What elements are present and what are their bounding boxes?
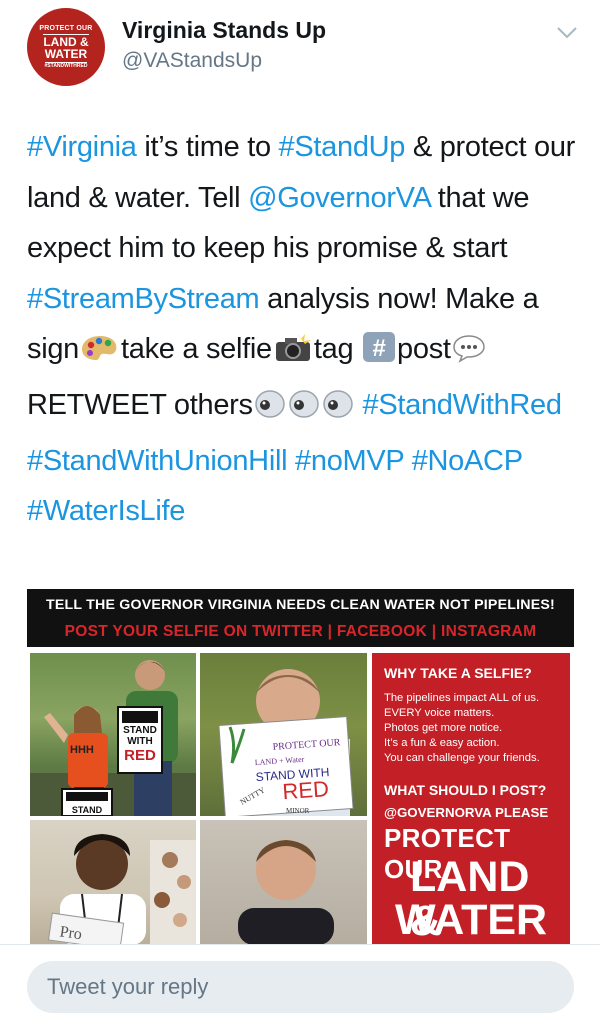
hashtag-link[interactable]: #StandWithUnionHill bbox=[27, 445, 288, 477]
hashtag-link[interactable]: #StandWithRed bbox=[362, 389, 562, 421]
panel-governor-line: @GOVERNORVA PLEASE bbox=[384, 805, 549, 820]
hashtag-link[interactable]: #StandUp bbox=[279, 131, 406, 163]
reason-item: EVERY voice matters. bbox=[384, 707, 495, 719]
selfie-photo-woman: Pro bbox=[30, 820, 196, 945]
hashtag-link[interactable]: #Virginia bbox=[27, 131, 137, 163]
avatar-text-line: WATER bbox=[44, 47, 88, 61]
tweet-text: #Virginia it’s time to #StandUp & protec… bbox=[27, 122, 587, 537]
panel-reasons: The pipelines impact ALL of us. EVERY vo… bbox=[384, 691, 540, 766]
sign-text-line: STAND bbox=[123, 725, 157, 736]
eyes-icon bbox=[322, 385, 354, 436]
reply-bar: Tweet your reply bbox=[0, 944, 600, 1025]
tweet-header: PROTECT OUR LAND & WATER #STANDWITHRED V… bbox=[0, 0, 600, 100]
woman-photo-illustration: Pro bbox=[47, 834, 196, 945]
speech-balloon-icon bbox=[452, 329, 486, 380]
tweet-text-segment bbox=[287, 445, 295, 477]
reason-item: Photos get more notice. bbox=[384, 722, 503, 734]
tweet-text-segment: it’s time to bbox=[136, 131, 279, 163]
eyes-icon bbox=[254, 385, 286, 436]
sign-text-line: STAND bbox=[72, 805, 103, 815]
eyes-icon bbox=[288, 385, 320, 436]
chevron-down-icon[interactable] bbox=[556, 26, 578, 40]
palette-icon bbox=[80, 329, 120, 380]
hashtag-link[interactable]: #WaterIsLife bbox=[27, 495, 185, 527]
panel-question: WHAT SHOULD I POST? bbox=[384, 782, 547, 798]
reply-input[interactable]: Tweet your reply bbox=[27, 961, 574, 1013]
avatar[interactable]: PROTECT OUR LAND & WATER #STANDWITHRED bbox=[27, 8, 105, 86]
tweet-text-segment: tag bbox=[313, 333, 362, 366]
hashtag-link[interactable]: #noMVP bbox=[295, 445, 404, 477]
camera-flash-icon bbox=[273, 329, 313, 380]
tweet-media-image[interactable]: TELL THE GOVERNOR VIRGINIA NEEDS CLEAN W… bbox=[27, 589, 574, 945]
hashtag-link[interactable]: #StreamByStream bbox=[27, 283, 260, 315]
banner-headline: TELL THE GOVERNOR VIRGINIA NEEDS CLEAN W… bbox=[46, 597, 555, 613]
selfie-photo-sign: PROTECT OUR LAND + Water STAND WITH RED … bbox=[200, 653, 367, 816]
reason-item: You can challenge your friends. bbox=[384, 752, 540, 764]
avatar-text-line: #STANDWITHRED bbox=[44, 62, 88, 69]
sign-text-line: MINOR bbox=[286, 807, 310, 815]
avatar-text-line: LAND & bbox=[43, 34, 89, 49]
panel-water-line: WATER bbox=[395, 896, 548, 944]
svg-text:#: # bbox=[373, 335, 386, 362]
tweet-text-segment: RETWEET others bbox=[27, 388, 253, 421]
sign-photo-illustration: PROTECT OUR LAND + Water STAND WITH RED … bbox=[218, 669, 354, 816]
tweet-text-segment bbox=[404, 445, 412, 477]
hashtag-keycap-icon: # bbox=[362, 329, 396, 380]
banner-subline: POST YOUR SELFIE ON TWITTER | FACEBOOK |… bbox=[64, 623, 537, 640]
panel-question: WHY TAKE A SELFIE? bbox=[384, 665, 532, 681]
sign-text-line: WITH bbox=[127, 736, 153, 747]
selfie-photo-family: HHH STAND WITH RED STAND bbox=[30, 653, 196, 816]
reason-item: It’s a fun & easy action. bbox=[384, 737, 500, 749]
why-selfie-panel: WHY TAKE A SELFIE? The pipelines impact … bbox=[372, 653, 570, 945]
reason-item: The pipelines impact ALL of us. bbox=[384, 692, 540, 704]
media-banner: TELL THE GOVERNOR VIRGINIA NEEDS CLEAN W… bbox=[27, 589, 574, 647]
svg-text:Pro: Pro bbox=[59, 923, 83, 943]
hashtag-link[interactable]: #NoACP bbox=[412, 445, 523, 477]
tweet-text-segment: take a selfie bbox=[121, 333, 272, 366]
man-photo-illustration bbox=[238, 840, 334, 945]
svg-text:HHH: HHH bbox=[70, 744, 94, 756]
tweet-text-segment: post bbox=[397, 333, 451, 366]
family-photo-illustration: HHH STAND WITH RED STAND bbox=[30, 660, 196, 816]
avatar-text-line: PROTECT OUR bbox=[39, 25, 93, 32]
account-handle[interactable]: @VAStandsUp bbox=[122, 49, 262, 73]
sign-text-line: RED bbox=[282, 776, 330, 804]
sign-text-line: RED bbox=[124, 747, 156, 764]
selfie-photo-man bbox=[200, 820, 367, 945]
mention-link[interactable]: @GovernorVA bbox=[248, 182, 430, 214]
display-name[interactable]: Virginia Stands Up bbox=[122, 17, 326, 44]
